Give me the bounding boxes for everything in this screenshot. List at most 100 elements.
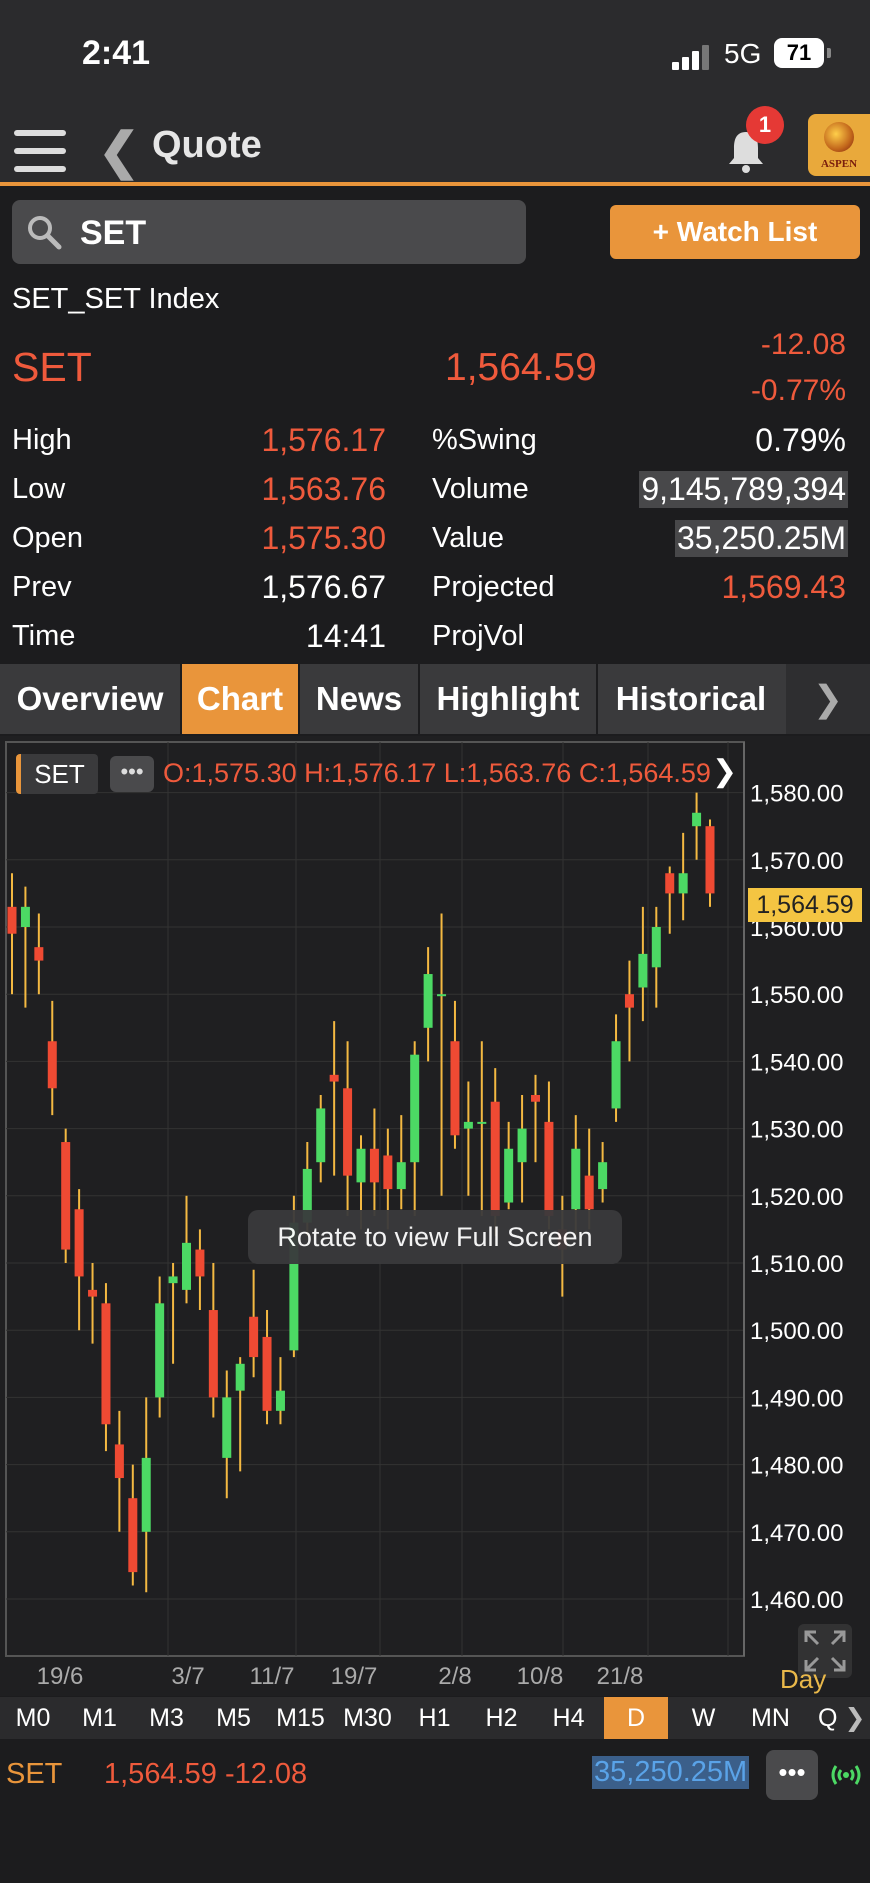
y-tick-label: 1,500.00 <box>750 1318 843 1345</box>
timeframe-more-chevron-icon[interactable]: ❯ <box>840 1697 870 1739</box>
logo-globe-icon <box>824 122 854 152</box>
timeframe-m1[interactable]: M1 <box>66 1697 133 1739</box>
timeframe-bar: M0 M1 M3 M5 M15 M30 H1 H2 H4 D W MN Q ❯ <box>0 1697 870 1739</box>
timeframe-m15[interactable]: M15 <box>267 1697 334 1739</box>
candle-body <box>598 1162 608 1190</box>
status-bar: 2:41 5G 71 <box>0 0 870 110</box>
tab-chart[interactable]: Chart <box>182 664 300 734</box>
x-tick-label: 11/7 <box>250 1663 295 1690</box>
candle-body <box>369 1148 379 1183</box>
quote-price: 1,564.59 <box>445 346 597 389</box>
candle-body <box>141 1457 151 1532</box>
candle-body <box>423 974 433 1028</box>
candle-body <box>114 1444 124 1479</box>
timeframe-d[interactable]: D <box>604 1697 668 1739</box>
status-time: 2:41 <box>82 34 151 72</box>
candle-body <box>638 953 648 988</box>
candle-body <box>168 1276 178 1284</box>
tab-overview[interactable]: Overview <box>0 664 182 734</box>
candle-body <box>396 1162 406 1190</box>
battery-icon: 71 <box>774 38 824 68</box>
value-value: 35,250.25M <box>674 520 848 557</box>
candle-body <box>47 1041 57 1089</box>
price-chart[interactable]: 1,580.00 1,570.00 1,560.00 1,550.00 1,540.00… <box>0 736 870 1696</box>
chart-symbol-button[interactable]: SET <box>16 754 98 794</box>
candle-body <box>74 1209 84 1277</box>
candle-body <box>195 1249 205 1277</box>
ticker-symbol[interactable]: SET <box>6 1758 62 1791</box>
prev-label: Prev <box>12 571 72 603</box>
candle-body <box>88 1289 98 1297</box>
y-tick-label: 1,540.00 <box>750 1049 843 1076</box>
last-price-label: 1,564.59 <box>748 888 862 922</box>
signal-icon <box>672 42 712 70</box>
candle-body <box>544 1121 554 1216</box>
open-value: 1,575.30 <box>261 520 386 556</box>
tab-news[interactable]: News <box>300 664 420 734</box>
candle-body <box>235 1363 245 1391</box>
period-label: Day <box>780 1664 827 1694</box>
tabs-more-chevron-icon[interactable]: ❯ <box>786 664 870 734</box>
y-tick-label: 1,460.00 <box>750 1587 843 1614</box>
prev-value: 1,576.67 <box>261 569 386 605</box>
candle-body <box>531 1095 540 1102</box>
swing-label: %Swing <box>432 424 537 456</box>
timeframe-m0[interactable]: M0 <box>0 1697 66 1739</box>
candle-body <box>128 1498 138 1573</box>
candle-body <box>692 812 702 827</box>
search-icon <box>28 216 62 250</box>
candle-body <box>437 994 447 997</box>
quote-tabs: Overview Chart News Highlight Historical… <box>0 664 870 734</box>
y-tick-label: 1,490.00 <box>750 1385 843 1412</box>
y-tick-label: 1,580.00 <box>750 781 843 808</box>
candle-body <box>155 1303 165 1398</box>
time-label: Time <box>12 620 76 652</box>
timeframe-h4[interactable]: H4 <box>535 1697 602 1739</box>
back-chevron-icon[interactable]: ❮ <box>98 122 140 180</box>
y-tick-label: 1,520.00 <box>750 1184 843 1211</box>
timeframe-h1[interactable]: H1 <box>401 1697 468 1739</box>
chart-options-icon[interactable]: ••• <box>110 756 154 792</box>
timeframe-mn[interactable]: MN <box>737 1697 804 1739</box>
y-tick-label: 1,480.00 <box>750 1453 843 1480</box>
candle-body <box>222 1397 232 1458</box>
ticker-more-icon[interactable]: ••• <box>766 1750 818 1800</box>
timeframe-h2[interactable]: H2 <box>468 1697 535 1739</box>
x-tick-label: 2/8 <box>438 1663 471 1690</box>
timeframe-w[interactable]: W <box>670 1697 737 1739</box>
time-value: 14:41 <box>305 618 386 654</box>
candle-body <box>651 927 661 968</box>
index-name: SET_SET Index <box>12 283 220 315</box>
notification-badge: 1 <box>746 106 784 144</box>
candle-body <box>249 1316 259 1358</box>
ohlc-arrow-icon[interactable]: ❯ <box>712 754 737 789</box>
aspen-logo[interactable]: ASPEN <box>808 114 870 176</box>
candle-body <box>678 873 688 894</box>
quote-change: -12.08 <box>760 328 846 361</box>
candle-body <box>490 1101 500 1216</box>
ohlc-readout: O:1,575.30 H:1,576.17 L:1,563.76 C:1,564… <box>163 758 711 788</box>
high-label: High <box>12 424 72 456</box>
candle-body <box>383 1155 393 1190</box>
y-tick-label: 1,550.00 <box>750 982 843 1009</box>
projected-label: Projected <box>432 571 555 603</box>
value-label: Value <box>432 522 505 554</box>
app-header: ❮ Quote 1 ASPEN <box>0 106 870 186</box>
timeframe-m30[interactable]: M30 <box>334 1697 401 1739</box>
high-value: 1,576.17 <box>261 422 386 458</box>
timeframe-m3[interactable]: M3 <box>133 1697 200 1739</box>
logo-text: ASPEN <box>820 158 858 170</box>
timeframe-m5[interactable]: M5 <box>200 1697 267 1739</box>
tab-historical[interactable]: Historical <box>598 664 784 734</box>
candle-body <box>517 1128 527 1163</box>
tab-highlight[interactable]: Highlight <box>420 664 598 734</box>
ticker-value: 35,250.25M <box>592 1756 750 1789</box>
candle-body <box>182 1242 191 1290</box>
candle-body <box>262 1336 272 1411</box>
symbol-search-input[interactable]: SET <box>12 200 526 264</box>
candle-body <box>61 1142 71 1250</box>
hamburger-menu-icon[interactable] <box>14 130 66 172</box>
add-watchlist-button[interactable]: + Watch List <box>610 205 860 259</box>
y-tick-label: 1,510.00 <box>750 1251 843 1278</box>
volume-value: 9,145,789,394 <box>639 471 848 508</box>
